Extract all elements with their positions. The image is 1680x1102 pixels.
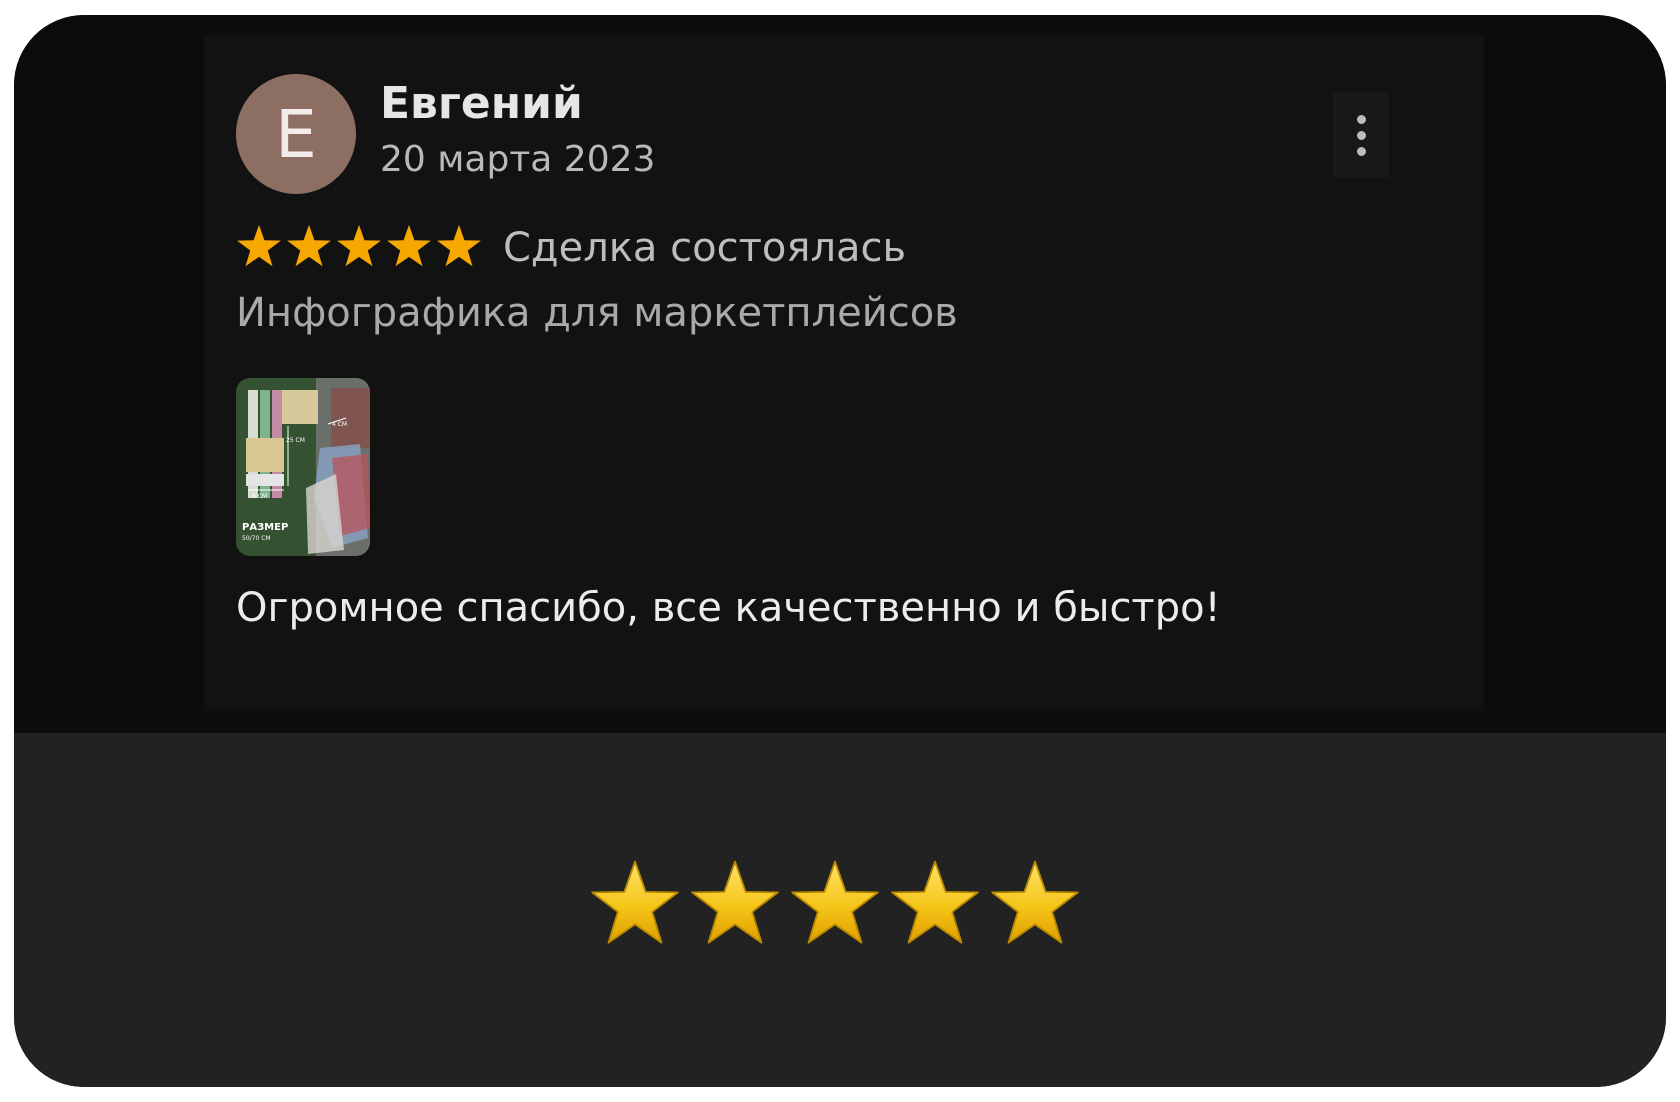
service-name: Инфографика для маркетплейсов [236, 290, 958, 336]
more-options-button[interactable] [1333, 92, 1389, 178]
star-icon [237, 224, 281, 267]
gold-star-icon [891, 860, 979, 944]
svg-text:25 СМ: 25 СМ [286, 437, 305, 444]
star-icon [387, 224, 431, 267]
rating-stars [236, 223, 482, 269]
review-text: Огромное спасибо, все качественно и быст… [236, 585, 1221, 631]
review-photo-thumbnail[interactable]: 25 СМ 8 СМ 4 СМ РАЗМЕР 50/70 СМ [236, 378, 370, 556]
svg-text:4 СМ: 4 СМ [332, 421, 347, 428]
svg-text:8 СМ: 8 СМ [252, 493, 267, 500]
star-icon [287, 224, 331, 267]
avatar[interactable]: Е [236, 74, 356, 194]
svg-text:РАЗМЕР: РАЗМЕР [242, 522, 288, 533]
review-date: 20 марта 2023 [380, 139, 656, 180]
star-icon [437, 224, 481, 267]
gold-star-icon [691, 860, 779, 944]
gold-star-icon [791, 860, 879, 944]
deal-status: Сделка состоялась [503, 225, 907, 271]
gold-star-icon [991, 860, 1079, 944]
star-icon [337, 224, 381, 267]
gold-star-icon [591, 860, 679, 944]
more-vertical-icon [1356, 114, 1366, 124]
svg-text:50/70 СМ: 50/70 СМ [242, 535, 271, 542]
author-name[interactable]: Евгений [380, 78, 583, 129]
summary-stars [590, 858, 1080, 948]
product-infographic-image: 25 СМ 8 СМ 4 СМ РАЗМЕР 50/70 СМ [236, 378, 370, 556]
